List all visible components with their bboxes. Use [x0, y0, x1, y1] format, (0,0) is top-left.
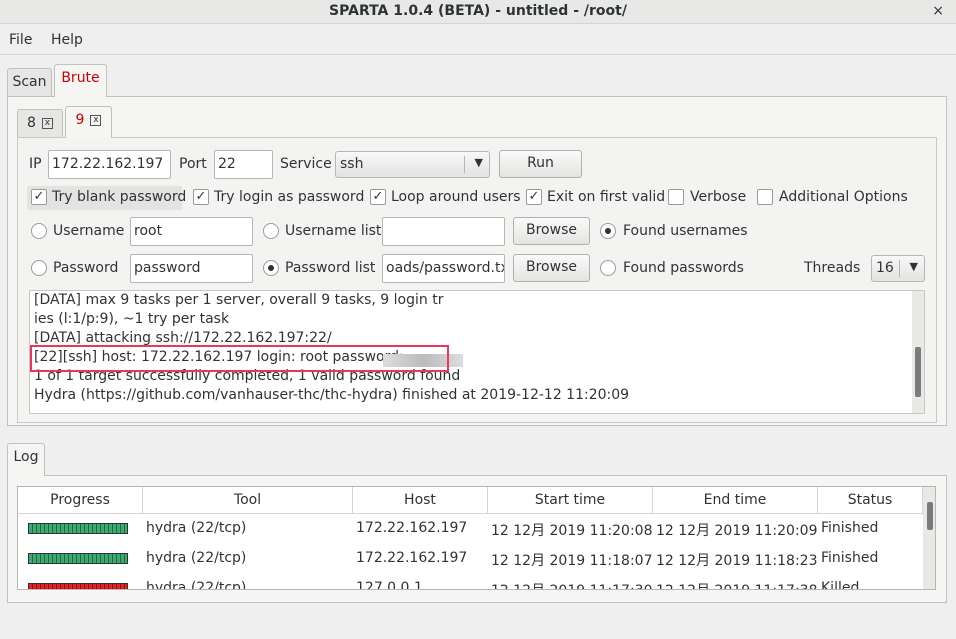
port-label: Port — [179, 156, 207, 172]
checkbox-loop-users[interactable]: ✓ — [370, 189, 386, 205]
option-additional-label: Additional Options — [779, 189, 908, 205]
row-end: 12 12月 2019 11:18:23 — [656, 553, 818, 569]
radio-username-list[interactable] — [263, 223, 279, 239]
found-passwords-label: Found passwords — [623, 260, 744, 276]
checkbox-exit-first[interactable]: ✓ — [526, 189, 542, 205]
password-list-label: Password list — [285, 260, 376, 276]
option-exit-first-label: Exit on first valid — [547, 189, 666, 205]
menu-file[interactable]: File — [9, 32, 32, 48]
row-end: 12 12月 2019 11:20:09 — [656, 523, 818, 539]
username-list-input[interactable] — [382, 217, 505, 246]
output-line: Hydra (https://github.com/vanhauser-thc/… — [34, 387, 630, 403]
log-table: Progress Tool Host Start time End time S… — [17, 486, 936, 590]
window-title: SPARTA 1.0.4 (BETA) - untitled - /root/ — [329, 3, 627, 19]
option-verbose-label: Verbose — [690, 189, 747, 205]
browse-passwords-button[interactable]: Browse — [513, 254, 590, 282]
tab-9-label: 9 — [75, 112, 85, 128]
radio-password[interactable] — [31, 260, 47, 276]
checkbox-additional[interactable] — [757, 189, 773, 205]
output-line: [DATA] max 9 tasks per 1 server, overall… — [34, 292, 444, 308]
tab-8-label: 8 — [27, 115, 36, 131]
title-bar: SPARTA 1.0.4 (BETA) - untitled - /root/ … — [0, 0, 956, 24]
threads-label: Threads — [804, 260, 861, 276]
row-status: Finished — [821, 520, 879, 536]
password-list-input[interactable]: oads/password.txt — [382, 254, 505, 283]
column-progress[interactable]: Progress — [18, 487, 143, 514]
ip-label: IP — [29, 156, 42, 172]
browse-usernames-button[interactable]: Browse — [513, 217, 590, 245]
row-end: 12 12月 2019 11:17:38 — [656, 580, 818, 589]
password-input[interactable]: password — [130, 254, 253, 283]
checkbox-try-login[interactable]: ✓ — [193, 189, 209, 205]
chevron-down-icon: ▼ — [474, 156, 483, 169]
found-usernames-label: Found usernames — [623, 223, 748, 239]
progress-bar — [28, 523, 128, 534]
tab-scan[interactable]: Scan — [7, 68, 52, 96]
checkbox-verbose[interactable] — [668, 189, 684, 205]
row-start: 12 12月 2019 11:20:08 — [491, 523, 653, 539]
checkbox-try-blank[interactable]: ✓ — [31, 189, 47, 205]
tab-brute-9[interactable]: 9x — [65, 106, 112, 138]
row-tool: hydra (22/tcp) — [146, 550, 247, 566]
tab-brute-8[interactable]: 8x — [17, 109, 63, 137]
log-scroll-thumb[interactable] — [927, 502, 933, 530]
found-credentials-highlight — [30, 345, 449, 372]
column-end-time[interactable]: End time — [653, 487, 818, 514]
password-label: Password — [53, 260, 119, 276]
row-start: 12 12月 2019 11:17:30 — [491, 580, 653, 589]
tab-brute[interactable]: Brute — [54, 64, 107, 97]
option-try-blank-label: Try blank password — [52, 189, 187, 205]
username-list-label: Username list — [285, 223, 382, 239]
option-try-login-label: Try login as password — [214, 189, 365, 205]
radio-found-usernames[interactable] — [600, 223, 616, 239]
service-label: Service — [280, 156, 332, 172]
option-loop-users-label: Loop around users — [391, 189, 521, 205]
username-label: Username — [53, 223, 125, 239]
column-tool[interactable]: Tool — [143, 487, 353, 514]
username-input[interactable]: root — [130, 217, 253, 246]
output-scroll-thumb[interactable] — [915, 347, 921, 397]
row-start: 12 12月 2019 11:18:07 — [491, 553, 653, 569]
menu-bar: File Help — [0, 28, 956, 55]
progress-bar — [28, 553, 128, 564]
output-line: ies (l:1/p:9), ~1 try per task — [34, 311, 230, 327]
chevron-down-icon: ▼ — [909, 260, 918, 273]
tab-log[interactable]: Log — [7, 443, 45, 476]
radio-password-list[interactable] — [263, 260, 279, 276]
row-host: 127.0.0.1 — [356, 580, 423, 590]
progress-bar — [28, 583, 128, 589]
row-status: Killed — [821, 580, 860, 590]
menu-help[interactable]: Help — [51, 32, 83, 48]
service-select[interactable]: ssh ▼ — [335, 151, 490, 178]
close-tab-icon[interactable]: x — [90, 114, 102, 126]
column-host[interactable]: Host — [353, 487, 488, 514]
column-start-time[interactable]: Start time — [488, 487, 653, 514]
row-tool: hydra (22/tcp) — [146, 520, 247, 536]
close-icon[interactable]: × — [932, 0, 944, 22]
output-line: [DATA] attacking ssh://172.22.162.197:22… — [34, 330, 332, 346]
row-host: 172.22.162.197 — [356, 550, 468, 566]
column-status[interactable]: Status — [818, 487, 923, 514]
threads-value: 16 — [876, 260, 894, 276]
row-host: 172.22.162.197 — [356, 520, 468, 536]
row-tool: hydra (22/tcp) — [146, 580, 247, 590]
run-button[interactable]: Run — [499, 150, 582, 178]
radio-found-passwords[interactable] — [600, 260, 616, 276]
service-value: ssh — [340, 156, 364, 172]
ip-input[interactable]: 172.22.162.197 — [48, 150, 171, 179]
row-status: Finished — [821, 550, 879, 566]
radio-username[interactable] — [31, 223, 47, 239]
port-input[interactable]: 22 — [214, 150, 273, 179]
close-tab-icon[interactable]: x — [41, 117, 53, 129]
threads-select[interactable]: 16 ▼ — [871, 255, 925, 282]
